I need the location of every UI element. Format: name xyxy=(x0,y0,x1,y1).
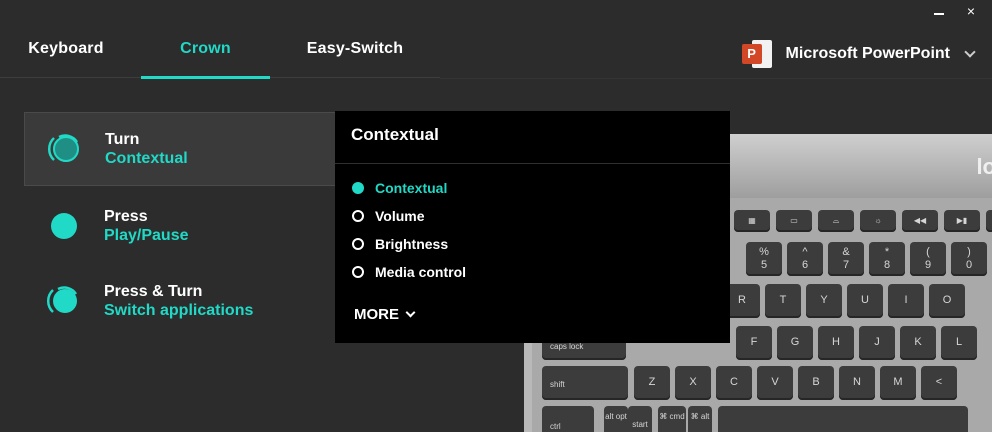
radio-icon xyxy=(352,210,364,222)
key-6: ^ 6 xyxy=(787,242,823,276)
minimize-icon xyxy=(934,13,944,15)
option-turn-title: Turn xyxy=(105,131,140,148)
key-i: I xyxy=(888,284,924,318)
key-7: & 7 xyxy=(828,242,864,276)
dropdown-item-media-control[interactable]: Media control xyxy=(352,264,466,280)
key-z: Z xyxy=(634,366,670,400)
close-button[interactable]: × xyxy=(964,4,978,18)
key-k: K xyxy=(900,326,936,360)
crown-turn-icon xyxy=(47,132,81,166)
key-f7: ☼ xyxy=(860,210,896,232)
option-press-title: Press xyxy=(104,208,148,225)
key-f6: ⌓ xyxy=(818,210,854,232)
key-ctrl: ctrl xyxy=(542,406,594,432)
tab-easy-switch[interactable]: Easy-Switch xyxy=(294,30,416,78)
key-space xyxy=(718,406,968,432)
key-comma: < xyxy=(921,366,957,400)
key-y: Y xyxy=(806,284,842,318)
key-h: H xyxy=(818,326,854,360)
key-o: O xyxy=(929,284,965,318)
key-l: L xyxy=(941,326,977,360)
key-x: X xyxy=(675,366,711,400)
tab-keyboard[interactable]: Keyboard xyxy=(14,30,118,78)
key-9: (9 xyxy=(910,242,946,276)
key-b: B xyxy=(798,366,834,400)
crown-press-icon xyxy=(46,209,80,243)
tab-crown[interactable]: Crown xyxy=(141,30,270,79)
radio-icon xyxy=(352,266,364,278)
crown-press-turn-icon xyxy=(46,284,80,318)
turn-action-dropdown: Contextual Contextual Volume Brightness … xyxy=(335,111,730,343)
key-start: start xyxy=(628,406,652,432)
tab-crown-label: Crown xyxy=(180,40,231,57)
dropdown-item-contextual[interactable]: Contextual xyxy=(352,180,447,196)
key-shift: shift xyxy=(542,366,628,400)
tab-keyboard-label: Keyboard xyxy=(28,40,104,57)
application-name: Microsoft PowerPoint xyxy=(785,45,950,62)
key-c: C xyxy=(716,366,752,400)
dropdown-item-brightness-label: Brightness xyxy=(375,236,449,252)
option-turn-value: Contextual xyxy=(105,150,188,167)
radio-icon xyxy=(352,238,364,250)
dropdown-item-brightness[interactable]: Brightness xyxy=(352,236,448,252)
dropdown-divider xyxy=(335,163,730,164)
option-press-and-turn-title: Press & Turn xyxy=(104,283,203,300)
key-cmd: ⌘ cmd xyxy=(658,406,686,432)
key-u: U xyxy=(847,284,883,318)
chevron-down-icon xyxy=(964,45,976,58)
more-button-label: MORE xyxy=(354,306,399,323)
key-8: * 8 xyxy=(869,242,905,276)
key-5: % 5 xyxy=(746,242,782,276)
key-m: M xyxy=(880,366,916,400)
application-selector[interactable]: P Microsoft PowerPoint xyxy=(741,40,976,68)
key-alt-opt: alt opt xyxy=(604,406,628,432)
key-alt: ⌘ alt xyxy=(688,406,712,432)
key-0: ) 0 xyxy=(951,242,987,276)
more-button[interactable]: MORE xyxy=(354,306,416,323)
minimize-button[interactable] xyxy=(932,4,946,18)
dropdown-title: Contextual xyxy=(351,125,439,144)
dropdown-item-media-control-label: Media control xyxy=(375,264,467,280)
radio-selected-icon xyxy=(352,182,364,194)
option-press[interactable]: Press Play/Pause xyxy=(24,189,336,263)
header-divider xyxy=(440,78,992,79)
key-j: J xyxy=(859,326,895,360)
option-press-and-turn[interactable]: Press & Turn Switch applications xyxy=(24,264,336,338)
key-n: N xyxy=(839,366,875,400)
key-f4: ▦ xyxy=(734,210,770,232)
key-f: F xyxy=(736,326,772,360)
option-press-and-turn-value: Switch applications xyxy=(104,302,254,319)
tab-bar: Keyboard Crown Easy-Switch xyxy=(0,0,440,79)
key-v: V xyxy=(757,366,793,400)
dropdown-item-volume[interactable]: Volume xyxy=(352,208,425,224)
option-turn[interactable]: Turn Contextual xyxy=(24,112,336,186)
powerpoint-icon: P xyxy=(741,40,772,68)
key-f9: ▶▮ xyxy=(944,210,980,232)
dropdown-item-contextual-label: Contextual xyxy=(375,180,448,196)
key-f8: ◀◀ xyxy=(902,210,938,232)
logitech-logo: lo xyxy=(976,154,992,179)
window-controls: × xyxy=(932,4,978,18)
option-press-value: Play/Pause xyxy=(104,227,189,244)
key-g: G xyxy=(777,326,813,360)
key-f10 xyxy=(986,210,992,232)
key-f5: ▭ xyxy=(776,210,812,232)
chevron-down-icon xyxy=(405,307,416,317)
key-t: T xyxy=(765,284,801,318)
dropdown-item-volume-label: Volume xyxy=(375,208,425,224)
tab-easy-switch-label: Easy-Switch xyxy=(306,40,404,57)
